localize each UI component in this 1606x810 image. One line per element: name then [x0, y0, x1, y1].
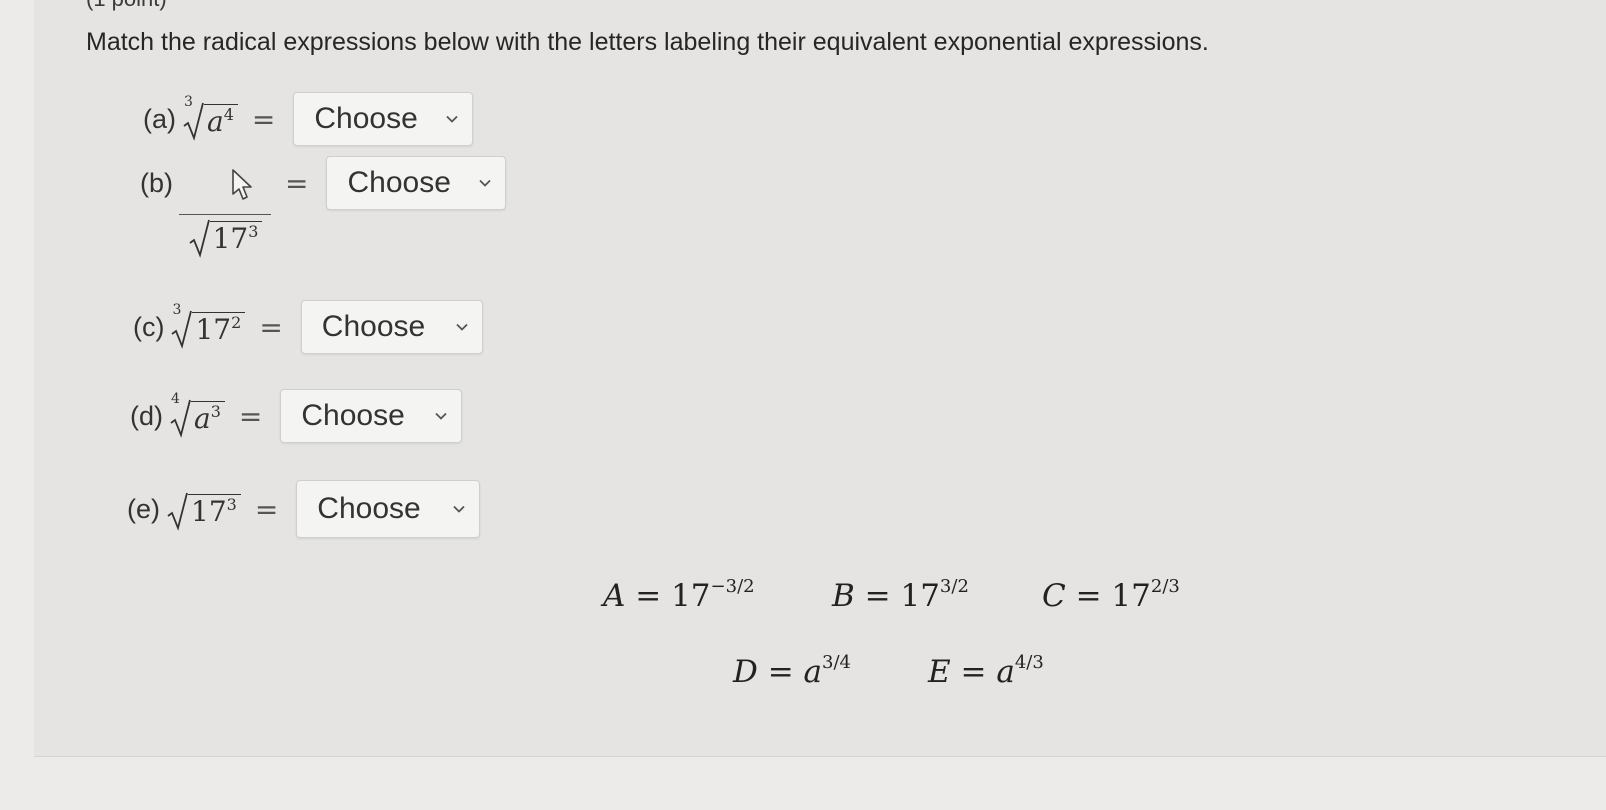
part-a-label: (a) [143, 103, 176, 134]
equals-sign: = [254, 492, 279, 526]
equals-sign: = [238, 399, 263, 433]
part-e-label: (e) [127, 493, 160, 524]
radical-sign-icon [183, 102, 204, 141]
part-c-label: (c) [133, 311, 165, 342]
points-label: (1 point) [86, 0, 167, 12]
mouse-pointer-icon [232, 169, 252, 200]
part-a-select[interactable]: Choose [293, 92, 474, 146]
part-c-base: 17 [195, 312, 232, 346]
part-e-select-value: Choose [317, 492, 421, 525]
part-a-exponent: 4 [223, 104, 234, 124]
part-e-exponent: 3 [226, 494, 237, 514]
part-c-expression: 3 172 [170, 302, 246, 349]
part-d-select[interactable]: Choose [280, 389, 463, 443]
question-instruction: Match the radical expressions below with… [86, 28, 1209, 56]
part-c-exponent: 2 [231, 312, 242, 332]
part-c-row: (c) 3 172 = Choose [133, 300, 483, 354]
part-c-select-value: Choose [321, 310, 426, 343]
part-b-label: (b) [140, 167, 173, 198]
part-b-expression: 173 [179, 169, 271, 258]
part-c-select[interactable]: Choose [300, 300, 483, 354]
part-b-numerator [195, 169, 255, 214]
radical-sign-icon [170, 399, 191, 438]
equals-sign: = [251, 102, 276, 136]
part-d-exponent: 3 [210, 401, 221, 421]
part-a-base: a [207, 104, 224, 138]
chevron-down-icon [456, 323, 468, 331]
radical-sign-icon [171, 310, 193, 349]
part-b-select[interactable]: Choose [326, 156, 507, 210]
part-d-select-value: Choose [301, 399, 405, 432]
part-e-row: (e) 173 = Choose [127, 480, 481, 538]
radical-sign-icon [167, 492, 188, 531]
part-d-row: (d) 4 a3 = Choose [130, 389, 463, 443]
equals-sign: = [285, 166, 309, 200]
chevron-down-icon [435, 412, 447, 420]
part-e-expression: 173 [166, 490, 241, 531]
chevron-down-icon [453, 505, 465, 513]
equals-sign: = [259, 310, 283, 344]
answer-B: B = 173/2 [832, 576, 969, 615]
part-e-base: 17 [191, 494, 227, 528]
part-a-select-value: Choose [314, 102, 418, 135]
part-a-row: (a) 3 a4 = Choose [143, 92, 474, 146]
chevron-down-icon [479, 179, 492, 187]
answer-A: A = 17−3/2 [603, 576, 755, 615]
part-b-select-value: Choose [347, 166, 451, 199]
part-b-row: (b) 173 = Choose [140, 156, 507, 258]
part-b-base: 17 [212, 222, 249, 255]
answer-D: D = a3/4 [733, 652, 851, 691]
answer-E: E = a4/3 [928, 652, 1044, 691]
answer-C: C = 172/3 [1042, 576, 1180, 615]
part-d-expression: 4 a3 [169, 391, 225, 438]
chevron-down-icon [446, 115, 458, 123]
part-d-label: (d) [130, 400, 163, 431]
part-a-expression: 3 a4 [182, 94, 238, 141]
radical-sign-icon [189, 219, 210, 258]
part-d-base: a [194, 401, 211, 435]
part-e-select[interactable]: Choose [296, 480, 481, 538]
part-b-exponent: 3 [248, 222, 259, 241]
